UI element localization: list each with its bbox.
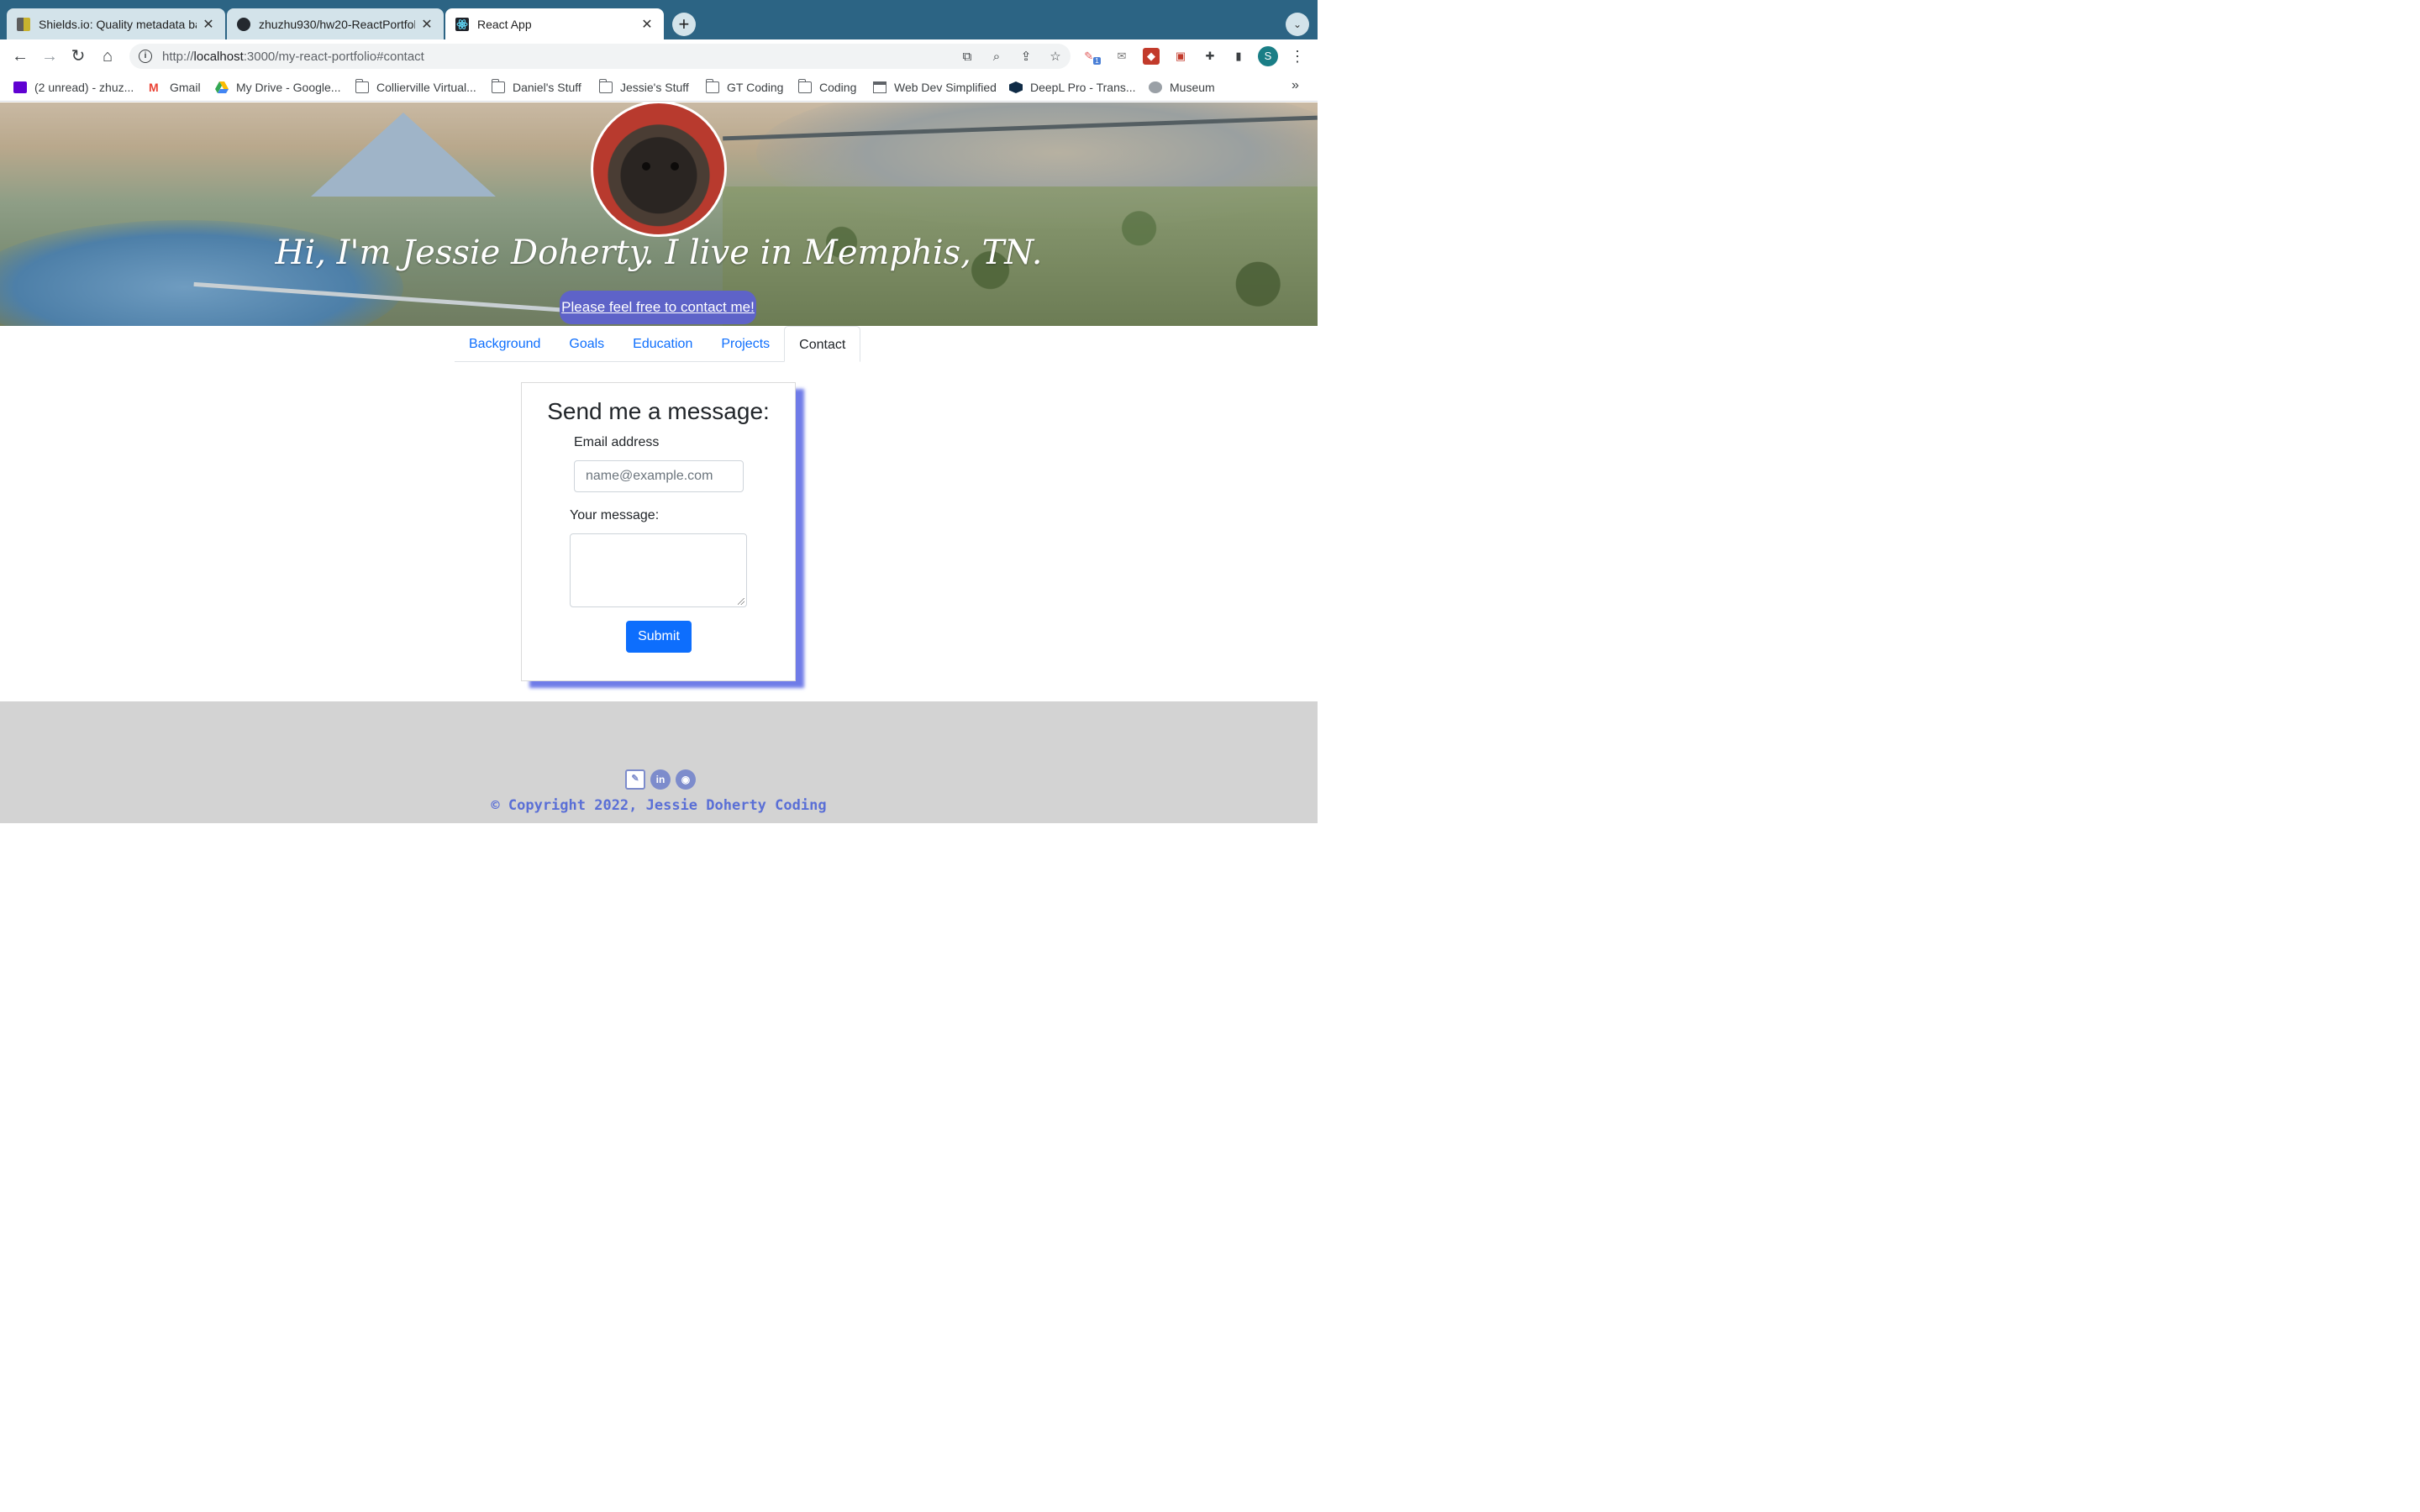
profile-avatar[interactable]: S [1257,45,1278,66]
extensions-puzzle-icon[interactable]: ✚ [1202,48,1218,65]
browser-tab-title: React App [476,17,532,31]
resize-handle-icon[interactable] [737,597,744,605]
message-label: Your message: [569,507,660,522]
contact-form-card: Send me a message: Email address name@ex… [520,381,796,681]
bookmark-label: My Drive - Google... [235,80,341,94]
bookmark-folder-gt-coding[interactable]: GT Coding [705,78,784,96]
share-icon[interactable]: ⇪ [1018,50,1034,65]
extension-2-icon[interactable]: ✉ [1113,48,1130,65]
hero-banner: Hi, I'm Jessie Doherty. I live in Memphi… [0,102,1318,326]
linkedin-icon[interactable]: in [650,769,671,790]
extension-4-icon[interactable]: ▣ [1172,48,1189,65]
folder-icon [355,78,369,93]
hero-pyramid-building [310,112,496,197]
tab-background[interactable]: Background [455,326,555,362]
browser-tab-strip: Shields.io: Quality metadata ba ✕ zhuzhu… [0,0,1318,39]
submit-button[interactable]: Submit [625,620,692,653]
browser-tab-title: zhuzhu930/hw20-ReactPortfol [258,17,415,31]
bookmark-folder-jessies-stuff[interactable]: Jessie's Stuff [598,78,689,96]
bookmark-folder-daniels-stuff[interactable]: Daniel's Stuff [491,78,581,96]
bookmark-gmail[interactable]: M Gmail [149,79,201,96]
message-textarea[interactable] [569,533,747,607]
gmail-icon: M [148,80,159,94]
globe-icon [1148,81,1162,93]
bookmark-museum[interactable]: Museum [1148,79,1215,96]
github-favicon-icon [236,17,250,31]
tab-projects[interactable]: Projects [707,326,784,362]
browser-tab-github[interactable]: zhuzhu930/hw20-ReactPortfol ✕ [226,8,444,39]
avatar-eye [641,161,650,171]
forward-arrow-icon[interactable]: → [39,46,60,66]
yahoo-mail-icon [13,81,27,93]
side-panel-icon[interactable]: ▮ [1230,48,1247,65]
copyright-text: © Copyright 2022, Jessie Doherty Coding [491,796,827,814]
contact-me-link[interactable]: Please feel free to contact me! [559,290,756,324]
tab-goals[interactable]: Goals [555,326,618,362]
browser-tab-react-app[interactable]: React App ✕ [445,8,664,39]
bookmark-label: Coding [818,80,857,94]
bookmark-label: Web Dev Simplified [893,80,997,94]
new-tab-button[interactable]: + [671,12,696,36]
avatar-eye [670,161,679,171]
zoom-icon[interactable]: ⌕ [989,50,1004,65]
resume-icon[interactable]: ✎ [624,769,645,790]
url-text: http://localhost:3000/my-react-portfolio… [161,49,424,64]
bookmark-yahoo-mail[interactable]: (2 unread) - zhuz... [13,79,134,96]
hero-title: Hi, I'm Jessie Doherty. I live in Memphi… [275,233,1043,272]
github-icon[interactable]: ◉ [675,769,696,790]
bookmark-label: GT Coding [726,80,784,94]
email-label: Email address [573,434,660,449]
bookmark-label: Daniel's Stuff [512,80,581,94]
close-tab-icon[interactable]: ✕ [420,15,434,32]
folder-icon [705,78,719,93]
browser-tab-shields[interactable]: Shields.io: Quality metadata ba ✕ [6,8,225,39]
folder-icon [491,78,505,93]
back-arrow-icon[interactable]: ← [10,46,30,66]
extension-3-icon[interactable]: ◆ [1142,47,1160,65]
react-favicon-icon [455,17,469,31]
bookmark-folder-coding[interactable]: Coding [797,78,857,96]
folder-icon [598,78,613,93]
contact-form-heading: Send me a message: [547,397,770,424]
tab-education[interactable]: Education [618,326,707,362]
footer: ✎ in ◉ © Copyright 2022, Jessie Doherty … [0,701,1318,823]
bookmark-web-dev-simplified[interactable]: Web Dev Simplified [872,79,997,96]
bookmark-star-icon[interactable]: ☆ [1048,50,1063,65]
bookmarks-bar: (2 unread) - zhuz... M Gmail My Drive - … [0,72,1318,102]
bookmark-google-drive[interactable]: My Drive - Google... [214,79,341,96]
browser-tab-title: Shields.io: Quality metadata ba [38,17,197,31]
bookmark-folder-collierville[interactable]: Collierville Virtual... [355,78,476,96]
site-info-icon[interactable]: i [138,49,152,63]
browser-menu-icon[interactable]: ⋮ [1289,48,1306,65]
store-icon [872,81,886,93]
bookmark-label: (2 unread) - zhuz... [34,80,134,94]
shields-favicon-icon [16,17,30,31]
bookmark-label: DeepL Pro - Trans... [1029,80,1136,94]
open-in-app-icon[interactable]: ⧉ [960,50,975,65]
email-field[interactable]: name@example.com [573,459,744,492]
bookmark-deepl[interactable]: DeepL Pro - Trans... [1008,79,1136,96]
footer-social-links: ✎ in ◉ [624,769,696,790]
deepl-icon [1008,81,1023,93]
profile-photo-avatar [590,102,727,237]
tab-contact[interactable]: Contact [784,325,861,362]
tab-search-chevron-icon[interactable]: ⌄ [1285,12,1309,36]
bookmark-label: Museum [1169,80,1215,94]
bookmark-label: Gmail [169,80,201,94]
reload-icon[interactable]: ↻ [68,46,88,66]
browser-toolbar: ← → ↻ ⌂ i http://localhost:3000/my-react… [0,39,1318,73]
close-tab-icon[interactable]: ✕ [640,15,654,32]
google-drive-icon [214,81,229,93]
close-tab-icon[interactable]: ✕ [202,15,215,32]
bookmarks-overflow-icon[interactable]: » [1292,78,1299,93]
bookmark-label: Jessie's Stuff [619,80,689,94]
home-icon[interactable]: ⌂ [97,46,118,66]
bookmark-label: Collierville Virtual... [376,80,476,94]
folder-icon [797,78,812,93]
section-tabs: Background Goals Education Projects Cont… [454,325,861,362]
address-bar[interactable]: i http://localhost:3000/my-react-portfol… [129,43,1071,69]
extension-1-icon[interactable]: ✎ 1 [1084,48,1101,65]
